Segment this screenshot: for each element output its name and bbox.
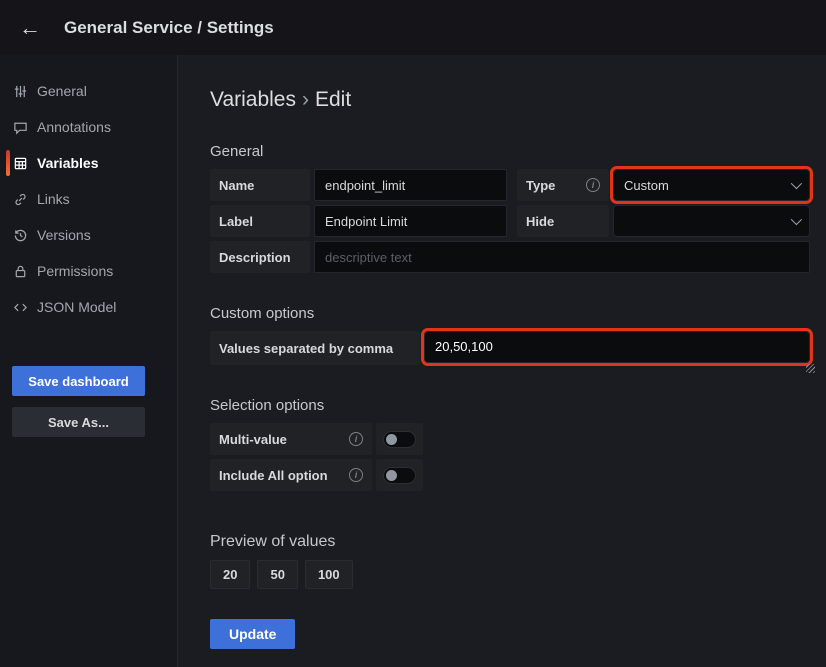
sidebar-item-annotations[interactable]: Annotations xyxy=(0,109,177,145)
sidebar-item-general[interactable]: General xyxy=(0,73,177,109)
multi-value-row: Multi-value i xyxy=(210,423,810,455)
include-all-row: Include All option i xyxy=(210,459,810,491)
arrow-left-icon: ← xyxy=(19,17,41,39)
app-window: ← General Service / Settings General Ann… xyxy=(0,0,826,667)
breadcrumb: Variables›Edit xyxy=(210,88,810,112)
include-all-toggle[interactable] xyxy=(376,459,423,491)
general-section-heading: General xyxy=(210,143,810,160)
update-button[interactable]: Update xyxy=(210,619,295,649)
sidebar-item-label: Permissions xyxy=(37,263,113,279)
page-title: General Service / Settings xyxy=(64,18,274,38)
sidebar-item-label: General xyxy=(37,83,87,99)
type-select-value: Custom xyxy=(624,178,669,193)
preview-values: 20 50 100 xyxy=(210,560,810,589)
type-label: Type i xyxy=(517,169,609,201)
table-grid-icon xyxy=(12,155,28,171)
description-label: Description xyxy=(210,241,310,273)
save-dashboard-button[interactable]: Save dashboard xyxy=(12,366,145,396)
comment-icon xyxy=(12,119,28,135)
sidebar-item-label: Annotations xyxy=(37,119,111,135)
values-textarea[interactable]: 20,50,100 xyxy=(424,331,810,363)
active-indicator xyxy=(6,150,10,176)
chevron-down-icon xyxy=(791,178,802,189)
sidebar-item-label: Variables xyxy=(37,155,99,171)
code-icon xyxy=(12,299,28,315)
name-type-row: Name Type i Custom xyxy=(210,169,810,201)
settings-nav: General Annotations Variables xyxy=(0,73,177,325)
custom-options-heading: Custom options xyxy=(210,305,810,322)
preview-value-chip[interactable]: 20 xyxy=(210,560,250,589)
include-all-label: Include All option i xyxy=(210,459,372,491)
chevron-down-icon xyxy=(791,214,802,225)
lock-icon xyxy=(12,263,28,279)
values-row: Values separated by comma 20,50,100 xyxy=(210,331,810,365)
description-input[interactable] xyxy=(314,241,810,273)
top-header: ← General Service / Settings xyxy=(0,0,826,55)
settings-sidebar: General Annotations Variables xyxy=(0,55,178,667)
preview-value-chip[interactable]: 100 xyxy=(305,560,353,589)
label-hide-row: Label Hide xyxy=(210,205,810,237)
sidebar-item-variables[interactable]: Variables xyxy=(0,145,177,181)
label-input[interactable] xyxy=(314,205,507,237)
preview-heading: Preview of values xyxy=(210,533,810,551)
breadcrumb-page: Edit xyxy=(315,88,351,111)
multi-value-label: Multi-value i xyxy=(210,423,372,455)
sidebar-item-json-model[interactable]: JSON Model xyxy=(0,289,177,325)
history-icon xyxy=(12,227,28,243)
selection-options-heading: Selection options xyxy=(210,397,810,414)
label-label: Label xyxy=(210,205,310,237)
variables-edit-panel: Variables›Edit General Name Type i Custo… xyxy=(178,55,826,667)
breadcrumb-separator: › xyxy=(296,88,315,111)
hide-select[interactable] xyxy=(613,205,810,237)
info-icon[interactable]: i xyxy=(349,468,363,482)
multi-value-toggle[interactable] xyxy=(376,423,423,455)
back-button[interactable]: ← xyxy=(14,12,46,44)
save-as-button[interactable]: Save As... xyxy=(12,407,145,437)
preview-value-chip[interactable]: 50 xyxy=(257,560,297,589)
sidebar-item-permissions[interactable]: Permissions xyxy=(0,253,177,289)
name-label: Name xyxy=(210,169,310,201)
link-icon xyxy=(12,191,28,207)
sidebar-item-links[interactable]: Links xyxy=(0,181,177,217)
description-row: Description xyxy=(210,241,810,273)
sliders-icon xyxy=(12,83,28,99)
sidebar-item-label: JSON Model xyxy=(37,299,116,315)
sidebar-item-label: Versions xyxy=(37,227,91,243)
sidebar-item-label: Links xyxy=(37,191,70,207)
values-label: Values separated by comma xyxy=(210,331,420,365)
hide-label: Hide xyxy=(517,205,609,237)
name-input[interactable] xyxy=(314,169,507,201)
resize-handle-icon[interactable] xyxy=(806,364,815,373)
breadcrumb-section: Variables xyxy=(210,88,296,111)
info-icon[interactable]: i xyxy=(349,432,363,446)
type-select[interactable]: Custom xyxy=(613,169,810,201)
info-icon[interactable]: i xyxy=(586,178,600,192)
sidebar-item-versions[interactable]: Versions xyxy=(0,217,177,253)
